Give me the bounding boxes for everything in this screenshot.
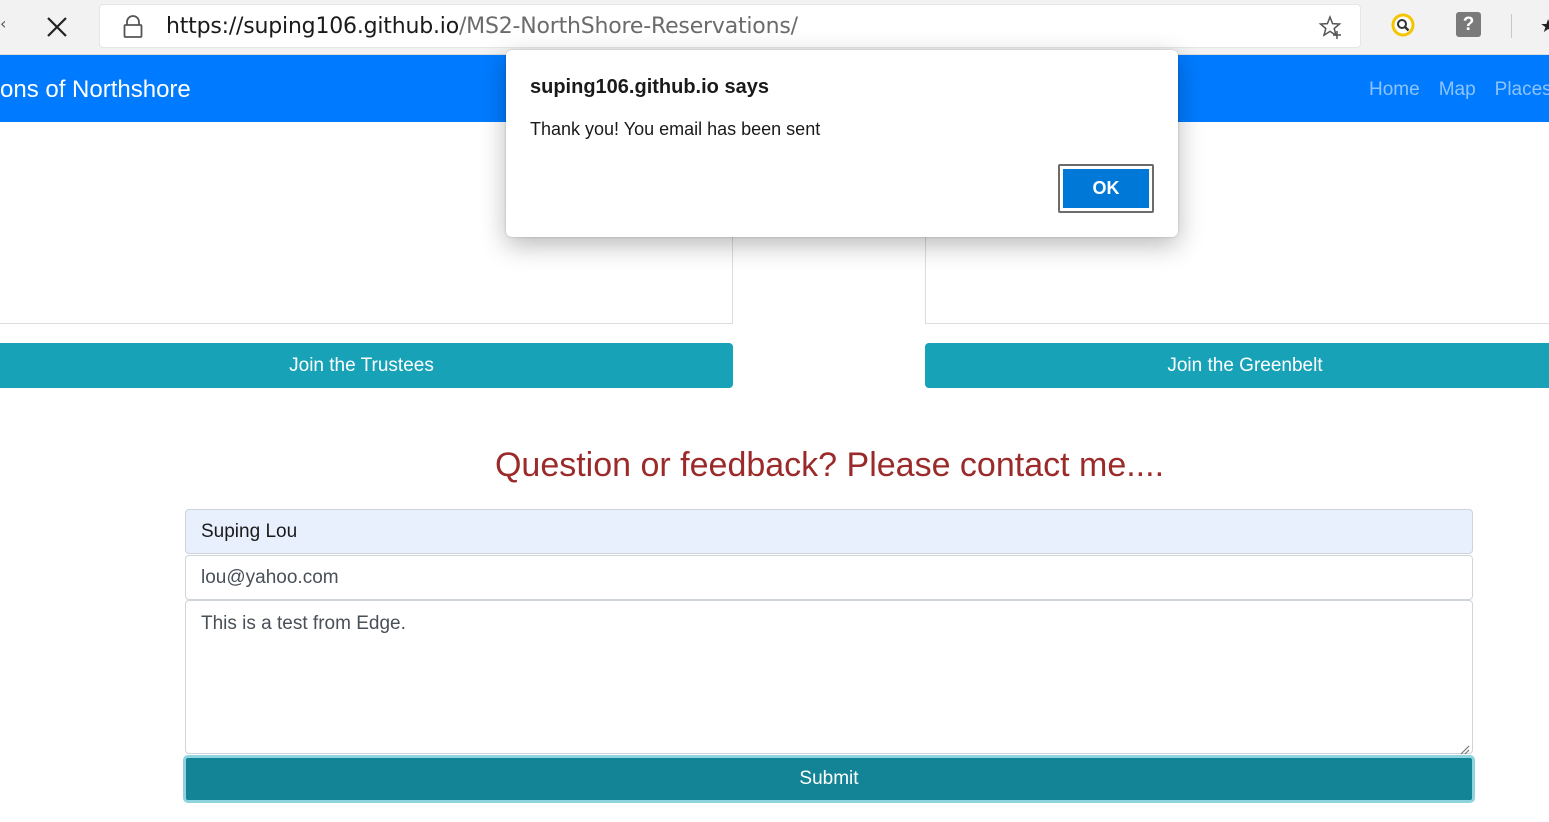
name-field[interactable]: Suping Lou: [185, 509, 1473, 554]
email-field[interactable]: lou@yahoo.com: [185, 555, 1473, 600]
nav-link-map[interactable]: Map: [1439, 79, 1476, 101]
lock-icon[interactable]: [122, 15, 144, 39]
toolbar-divider: [1511, 14, 1512, 38]
contact-heading-text: Question or feedback? Please contact me.…: [494, 446, 1165, 484]
contact-heading: Question or feedback? Please contact me.…: [0, 446, 1549, 485]
join-trustees-button[interactable]: Join the Trustees: [0, 343, 733, 388]
message-textarea[interactable]: This is a test from Edge.: [185, 600, 1473, 755]
join-greenbelt-button[interactable]: Join the Greenbelt: [925, 343, 1549, 388]
close-icon[interactable]: [40, 12, 74, 42]
nav-link-home[interactable]: Home: [1369, 79, 1420, 101]
url-path: /MS2-NorthShore-Reservations/: [458, 14, 798, 39]
message-text: This is a test from Edge.: [201, 613, 406, 634]
help-icon[interactable]: ?: [1456, 12, 1481, 37]
back-arrow-icon[interactable]: ‹: [0, 14, 10, 40]
nav-link-places[interactable]: Places: [1495, 79, 1549, 101]
browser-toolbar: ‹ https://suping106.github.io/MS2-NorthS…: [0, 0, 1549, 55]
url-text[interactable]: https://suping106.github.io/MS2-NorthSho…: [166, 14, 798, 39]
nav-links: Home Map Places: [1369, 79, 1549, 101]
alert-dialog: suping106.github.io says Thank you! You …: [506, 50, 1178, 237]
favorite-star-icon[interactable]: [1318, 14, 1344, 40]
dialog-message: Thank you! You email has been sent: [530, 119, 821, 139]
resize-grip-icon[interactable]: [1458, 739, 1470, 755]
address-bar[interactable]: https://suping106.github.io/MS2-NorthSho…: [99, 4, 1361, 48]
ok-button[interactable]: OK: [1063, 169, 1149, 208]
url-host: https://suping106.github.io: [166, 14, 459, 39]
submit-button[interactable]: Submit: [183, 755, 1475, 803]
ok-button-focus-ring: OK: [1058, 164, 1154, 213]
extension-icon[interactable]: [1390, 12, 1416, 38]
more-icon[interactable]: ★: [1540, 16, 1549, 37]
dialog-title: suping106.github.io says: [530, 76, 769, 98]
